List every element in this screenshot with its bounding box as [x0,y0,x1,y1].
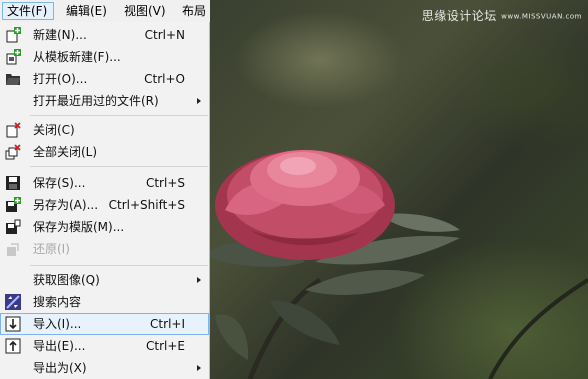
close-all-icon [5,144,21,160]
submenu-arrow-icon [197,365,201,371]
background-photo: 思缘设计论坛 www.MISSVUAN.com [210,0,588,379]
new-from-template-icon [6,49,21,65]
menu-bar: 文件(F) 编辑(E) 视图(V) 布局( [0,0,210,36]
menu-item-open[interactable]: 打开(O)... Ctrl+O [0,68,209,90]
camellia-flower-image [210,150,588,379]
menu-item-close-all[interactable]: 全部关闭(L) [0,141,209,163]
menu-item-save-as[interactable]: 另存为(A)... Ctrl+Shift+S [0,194,209,216]
save-as-icon [6,197,21,212]
menu-layout[interactable]: 布局( [178,2,210,36]
save-as-template-icon [6,219,21,234]
menu-item-close[interactable]: 关闭(C) [0,119,209,141]
menu-item-new[interactable]: 新建(N)... Ctrl+N [0,24,209,46]
menu-edit[interactable]: 编辑(E) [62,2,111,20]
menu-item-save-as-template[interactable]: 保存为模版(M)... [0,216,209,238]
menu-item-open-recent[interactable]: 打开最近用过的文件(R) [0,90,209,112]
menu-separator [30,115,208,116]
menu-item-new-from-template[interactable]: 从模板新建(F)... [0,46,209,68]
menu-item-export-as[interactable]: 导出为(X) [0,357,209,379]
menu-separator [30,166,208,167]
menu-item-acquire-image[interactable]: 获取图像(Q) [0,269,209,291]
menu-item-save[interactable]: 保存(S)... Ctrl+S [0,172,209,194]
menu-item-export[interactable]: 导出(E)... Ctrl+E [0,335,209,357]
file-menu-dropdown: 新建(N)... Ctrl+N 从模板新建(F)... 打开(O)... Ctr… [0,22,210,379]
menu-item-import[interactable]: 导入(I)... Ctrl+I [0,313,209,335]
submenu-arrow-icon [197,98,201,104]
save-icon [6,176,20,190]
revert-icon [7,243,19,256]
export-icon [5,338,21,354]
submenu-arrow-icon [197,277,201,283]
open-folder-icon [6,74,20,85]
menu-item-revert: 还原(I) [0,238,209,260]
import-icon [5,316,21,332]
watermark: 思缘设计论坛 www.MISSVUAN.com [421,9,582,23]
menu-file[interactable]: 文件(F) [2,2,54,20]
close-document-icon [6,122,21,138]
menu-separator [30,265,208,266]
menu-view[interactable]: 视图(V) [120,2,170,20]
menu-item-search-content[interactable]: 搜索内容 [0,291,209,313]
search-content-icon [5,294,21,310]
new-document-icon [6,27,21,43]
